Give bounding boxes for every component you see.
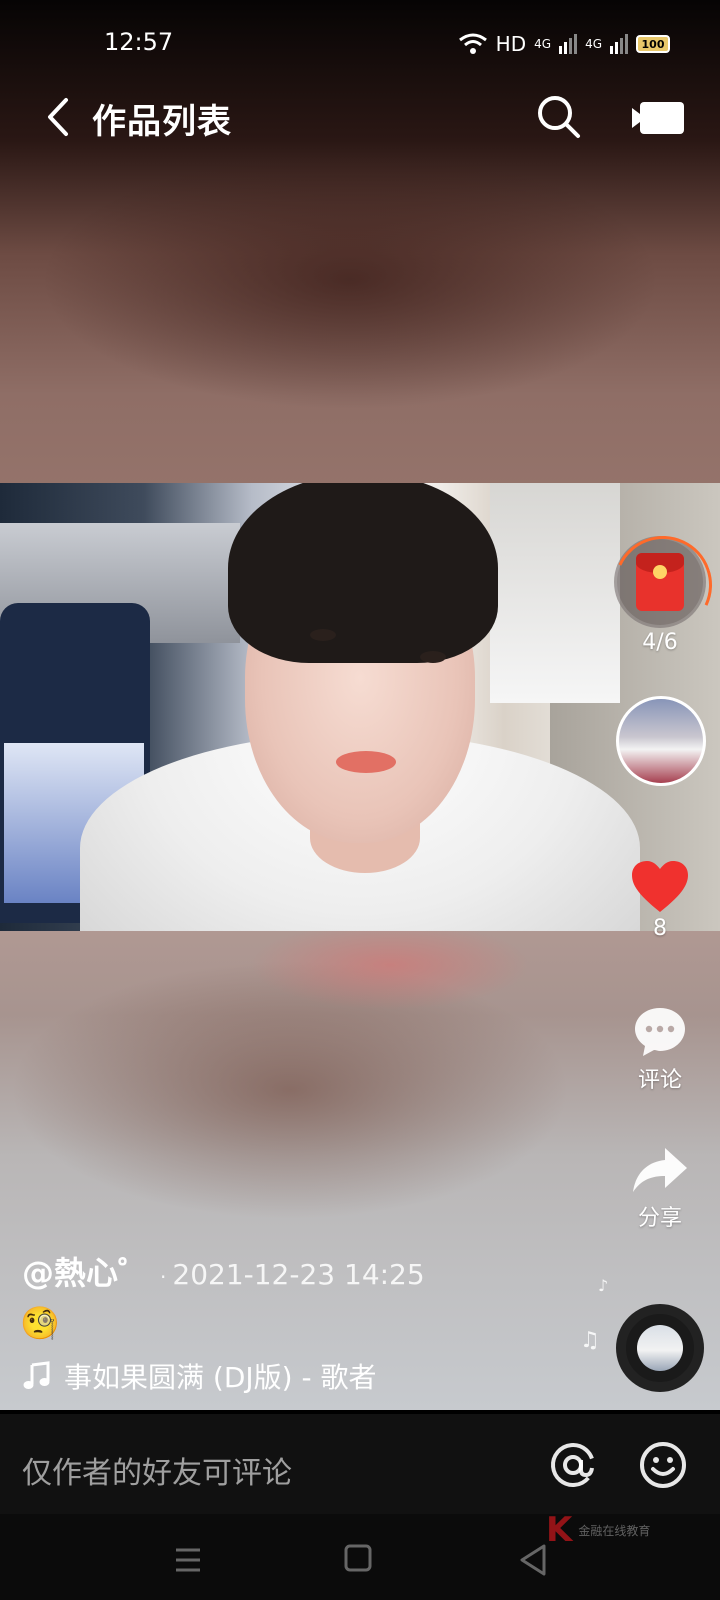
network-type-label: HD bbox=[495, 32, 527, 56]
comment-label: 评论 bbox=[637, 1068, 682, 1093]
music-disc[interactable] bbox=[616, 1304, 704, 1392]
background-blur-bottom bbox=[10, 960, 570, 1220]
menu-icon[interactable] bbox=[170, 1540, 210, 1580]
floating-note-icon: ♪ bbox=[598, 1276, 609, 1295]
red-packet-progress-ring bbox=[614, 536, 706, 628]
red-envelope-icon bbox=[636, 553, 684, 611]
video-camera-icon[interactable] bbox=[632, 98, 688, 138]
video-scene-lips bbox=[336, 751, 396, 773]
signal-1-label: 4G bbox=[534, 37, 552, 51]
author-name[interactable]: @熱心゜ bbox=[22, 1248, 150, 1294]
comment-bar: 仅作者的好友可评论 bbox=[0, 1414, 720, 1514]
music-disc-cover bbox=[637, 1325, 683, 1371]
video-scene-hair bbox=[228, 483, 498, 663]
heart-icon bbox=[632, 861, 688, 912]
share-arrow-icon bbox=[633, 1148, 687, 1192]
post-caption: 🧐 bbox=[20, 1304, 60, 1342]
share-label: 分享 bbox=[637, 1206, 682, 1231]
signal-bars-icon bbox=[559, 34, 578, 54]
emoji-icon[interactable] bbox=[638, 1440, 688, 1490]
signal-bars-icon bbox=[610, 34, 628, 54]
home-square-icon[interactable] bbox=[340, 1540, 380, 1580]
red-packet-button[interactable]: 4/6 bbox=[600, 536, 720, 655]
music-note-icon bbox=[23, 1361, 50, 1389]
music-title: 事如果圆满 (DJ版) - 歌者 bbox=[64, 1361, 377, 1394]
search-icon[interactable] bbox=[534, 92, 584, 142]
background-blur-highlight bbox=[250, 920, 530, 1010]
status-bar: 12:57 HD 4G 4G 100 bbox=[0, 0, 720, 90]
share-button[interactable]: 分享 bbox=[600, 1146, 720, 1232]
watermark-text: 金融在线教育 bbox=[578, 1523, 651, 1538]
post-meta: @熱心゜ · 2021-12-23 14:25 bbox=[22, 1248, 425, 1294]
separator-dot: · bbox=[160, 1265, 167, 1289]
top-bar: 作品列表 bbox=[0, 80, 720, 156]
watermark: K 金融在线教育 bbox=[546, 1510, 650, 1550]
status-icons: HD 4G 4G 100 bbox=[458, 30, 670, 58]
floating-note-icon: ♫ bbox=[580, 1328, 600, 1353]
watermark-logo: K bbox=[546, 1510, 573, 1550]
background-blur-top bbox=[40, 150, 660, 410]
video-scene-eye bbox=[420, 651, 446, 663]
likes-count: 8 bbox=[653, 916, 667, 941]
video-scene-eye bbox=[310, 629, 336, 641]
back-button[interactable] bbox=[38, 92, 78, 142]
wifi-icon bbox=[458, 33, 487, 54]
comment-bubble-icon bbox=[635, 1008, 685, 1056]
post-date: 2021-12-23 14:25 bbox=[172, 1258, 425, 1291]
at-mention-icon[interactable] bbox=[548, 1440, 598, 1490]
status-time: 12:57 bbox=[104, 28, 174, 56]
battery-icon: 100 bbox=[636, 35, 670, 53]
comment-button[interactable]: 评论 bbox=[600, 1004, 720, 1094]
page-title: 作品列表 bbox=[92, 102, 232, 142]
like-button[interactable]: 8 bbox=[600, 860, 720, 941]
author-avatar[interactable] bbox=[616, 696, 706, 786]
music-info[interactable]: 事如果圆满 (DJ版) - 歌者 bbox=[22, 1356, 382, 1396]
comment-input-hint[interactable]: 仅作者的好友可评论 bbox=[22, 1448, 292, 1492]
signal-2-label: 4G bbox=[585, 37, 602, 51]
